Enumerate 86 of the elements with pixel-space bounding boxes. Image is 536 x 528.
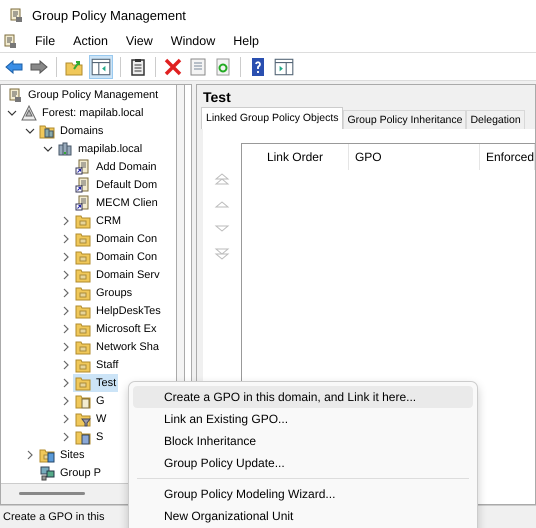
document-shortcut-icon: [75, 177, 91, 193]
pane-title: Test: [202, 88, 232, 107]
tree-item[interactable]: Default Dom: [73, 176, 160, 194]
folder-icon: [75, 285, 91, 301]
tree-item[interactable]: Domain Serv: [73, 266, 162, 284]
menu-item[interactable]: Help: [224, 34, 268, 48]
tree-item[interactable]: Staff: [73, 356, 120, 374]
menu-item[interactable]: New Organizational Unit: [133, 505, 473, 527]
folder-document-icon: [75, 429, 91, 445]
chevron-icon[interactable]: [61, 432, 71, 442]
tree-item[interactable]: Add Domain: [73, 158, 159, 176]
tree-item[interactable]: S: [73, 428, 106, 446]
tree-item[interactable]: Group Policy Management: [5, 86, 160, 104]
chevron-icon[interactable]: [61, 288, 71, 298]
chevron-icon[interactable]: [61, 360, 71, 370]
tree-item[interactable]: Network Sha: [73, 338, 161, 356]
delete-icon[interactable]: [163, 56, 183, 76]
folder-server-icon: [39, 123, 55, 139]
tree-item[interactable]: W: [73, 410, 108, 428]
chevron-icon[interactable]: [7, 108, 17, 118]
chevron-icon[interactable]: [61, 396, 71, 406]
folder-icon: [39, 447, 55, 463]
server-icon: [57, 141, 73, 157]
status-text: Create a GPO in this: [3, 511, 104, 523]
chevron-icon[interactable]: [61, 234, 71, 244]
tree-item[interactable]: CRM: [73, 212, 124, 230]
chevron-icon[interactable]: [61, 252, 71, 262]
menu-item[interactable]: View: [116, 34, 162, 48]
pane-icon[interactable]: [89, 54, 113, 78]
menu-item[interactable]: Block Inheritance: [133, 430, 473, 452]
menu-item[interactable]: Group Policy Modeling Wizard...: [133, 483, 473, 505]
chevron-icon[interactable]: [61, 378, 71, 388]
tree-item[interactable]: G: [73, 392, 107, 410]
tab[interactable]: Delegation: [466, 110, 525, 129]
tree-item[interactable]: Sites: [37, 446, 86, 464]
tab[interactable]: Group Policy Inheritance: [343, 110, 466, 129]
chevron-icon[interactable]: [61, 324, 71, 334]
tree-item[interactable]: Forest: mapilab.local: [19, 104, 146, 122]
window-title: Group Policy Management: [32, 8, 186, 22]
menu-item[interactable]: File: [26, 34, 64, 48]
chevron-icon[interactable]: [43, 144, 53, 154]
document-shortcut-icon: [75, 159, 91, 175]
scroll-icon: [2, 33, 18, 49]
chevron-icon[interactable]: [61, 270, 71, 280]
tree-item[interactable]: Domain Con: [73, 230, 160, 248]
column-header[interactable]: GPO: [348, 144, 480, 170]
tree-item[interactable]: Domain Con: [73, 248, 160, 266]
tree-item[interactable]: MECM Clien: [73, 194, 160, 212]
menu-item[interactable]: Group Policy Update...: [133, 452, 473, 474]
folder-document-icon: [75, 393, 91, 409]
menu-item[interactable]: Action: [64, 34, 117, 48]
scroll-icon: [7, 87, 23, 103]
scroll-icon: [8, 7, 24, 23]
tree-item[interactable]: Group P: [37, 464, 103, 482]
folder-icon: [75, 213, 91, 229]
tree-item[interactable]: HelpDeskTes: [73, 302, 163, 320]
folder-filter-icon: [75, 411, 91, 427]
chevron-icon[interactable]: [25, 450, 35, 460]
chevron-icon[interactable]: [25, 126, 35, 136]
folder-icon: [75, 303, 91, 319]
chevron-icon[interactable]: [61, 342, 71, 352]
triangle-icon: [21, 105, 37, 121]
folder-icon: [75, 375, 91, 391]
chevron-icon[interactable]: [61, 414, 71, 424]
menu-item[interactable]: Window: [162, 34, 224, 48]
tree-item[interactable]: mapilab.local: [55, 140, 144, 158]
chevron-icon[interactable]: [61, 306, 71, 316]
tab[interactable]: Linked Group Policy Objects: [201, 107, 344, 129]
properties-icon[interactable]: [188, 56, 208, 76]
menu-item[interactable]: Link an Existing GPO...: [133, 408, 473, 430]
computer-icon: [39, 465, 55, 481]
folder-icon: [75, 339, 91, 355]
column-header[interactable]: Link Order: [242, 144, 349, 170]
column-header[interactable]: Enforced: [480, 144, 535, 170]
document-shortcut-icon: [75, 195, 91, 211]
menu-item[interactable]: Create a GPO in this domain, and Link it here...: [133, 386, 473, 408]
folder-icon: [75, 357, 91, 373]
chevron-icon[interactable]: [61, 216, 71, 226]
tree-item[interactable]: Domains: [37, 122, 106, 140]
folder-icon: [75, 321, 91, 337]
folder-icon: [75, 249, 91, 265]
folder-icon: [75, 231, 91, 247]
tree-item[interactable]: Groups: [73, 284, 134, 302]
tree-item[interactable]: Microsoft Ex: [73, 320, 159, 338]
folder-icon: [75, 267, 91, 283]
tree-item[interactable]: Test: [73, 374, 118, 392]
